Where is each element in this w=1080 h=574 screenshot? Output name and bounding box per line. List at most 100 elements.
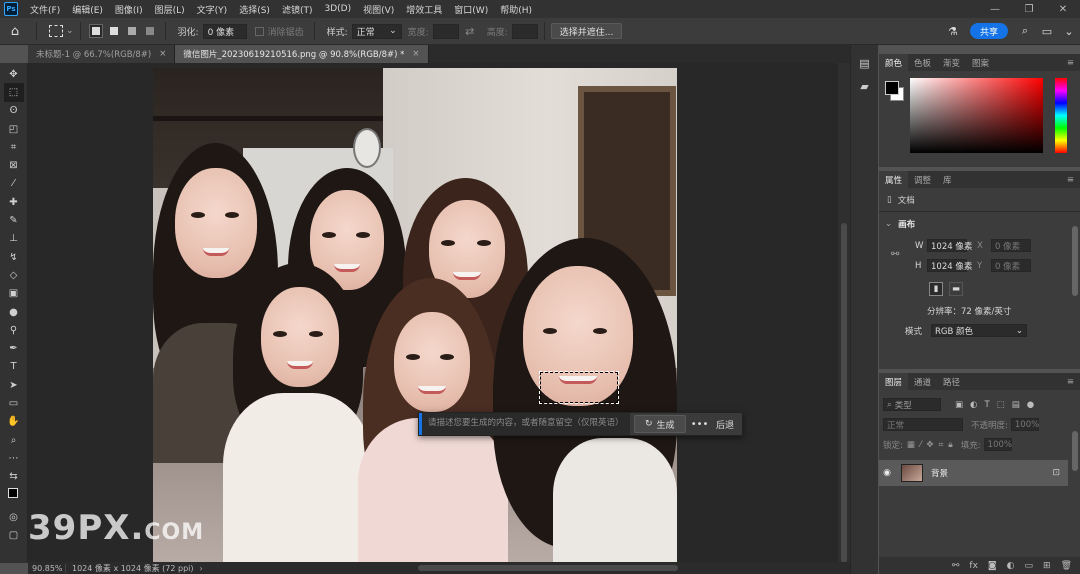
dodge-tool-icon[interactable]: ⚲	[4, 321, 24, 339]
menu-3d[interactable]: 3D(D)	[318, 4, 357, 14]
tab-color[interactable]: 颜色	[879, 54, 909, 71]
object-select-tool-icon[interactable]: ◰	[4, 120, 24, 138]
blur-tool-icon[interactable]: ●	[4, 303, 24, 321]
delete-layer-icon[interactable]: 🗑︎	[1061, 561, 1072, 571]
filter-pixel-icon[interactable]: ▣	[955, 400, 963, 410]
properties-scroll-thumb[interactable]	[1072, 226, 1078, 296]
filter-toggle-icon[interactable]: ●	[1027, 400, 1034, 410]
stamp-tool-icon[interactable]: ⊥	[4, 230, 24, 248]
lock-all-icon[interactable]: 🔒︎	[948, 440, 953, 450]
canvas-height-input[interactable]: 1024 像素	[927, 259, 972, 272]
crop-tool-icon[interactable]: ⌗	[4, 138, 24, 156]
tab-patterns[interactable]: 图案	[966, 54, 995, 71]
antialias-checkbox[interactable]	[254, 26, 264, 36]
menu-image[interactable]: 图像(I)	[109, 3, 149, 16]
fx-icon[interactable]: fx	[969, 561, 978, 571]
history-brush-icon[interactable]: ↯	[4, 248, 24, 266]
canvas-width-input[interactable]: 1024 像素	[927, 239, 972, 252]
vertical-scrollbar[interactable]	[838, 63, 850, 563]
filter-shape-icon[interactable]: ⬚	[997, 400, 1005, 410]
pen-tool-icon[interactable]: ✒	[4, 339, 24, 357]
eraser-tool-icon[interactable]: ◇	[4, 266, 24, 284]
share-button[interactable]: 共享	[969, 23, 1008, 39]
zoom-level[interactable]: 90.85%	[28, 563, 66, 573]
history-panel-icon[interactable]: ▤	[859, 57, 869, 70]
minimize-button[interactable]: —	[978, 4, 1012, 15]
document-image[interactable]	[153, 68, 677, 562]
beaker-icon[interactable]: ⚗	[945, 25, 961, 38]
layer-filter-select[interactable]: ⌕ 类型	[883, 398, 941, 411]
tab-paths[interactable]: 路径	[937, 373, 966, 390]
new-selection-button[interactable]	[88, 24, 103, 38]
tab-swatches[interactable]: 色板	[908, 54, 937, 71]
feather-input[interactable]: 0 像素	[202, 23, 247, 39]
select-and-mask-button[interactable]: 选择并遮住...	[550, 23, 623, 39]
menu-file[interactable]: 文件(F)	[24, 3, 66, 16]
rectangle-tool-icon[interactable]: ▭	[4, 394, 24, 412]
gradient-tool-icon[interactable]: ▣	[4, 285, 24, 303]
restore-button[interactable]: ❐	[1012, 4, 1046, 15]
chevron-down-icon[interactable]: ⌄	[1061, 25, 1077, 38]
new-group-icon[interactable]: ▭	[1025, 561, 1034, 571]
close-icon[interactable]: ×	[159, 49, 166, 59]
panel-menu-icon[interactable]: ≡	[1067, 58, 1074, 68]
home-icon[interactable]: ⌂	[0, 24, 30, 39]
more-tools-icon[interactable]: ⋯	[4, 449, 24, 467]
generate-button[interactable]: ↻ 生成	[634, 415, 686, 433]
lock-pixels-icon[interactable]: ▦	[907, 440, 915, 450]
tab-wechat-image[interactable]: 微信图片_20230619210516.png @ 90.8%(RGB/8#) …	[175, 45, 429, 63]
style-select[interactable]: 正常 ⌄	[351, 23, 402, 39]
landscape-icon[interactable]: ▬	[949, 282, 963, 296]
menu-select[interactable]: 选择(S)	[233, 3, 276, 16]
layer-row-background[interactable]: ◉ 背景 ⊡	[879, 460, 1068, 486]
filter-type-icon[interactable]: T	[984, 400, 989, 410]
menu-window[interactable]: 窗口(W)	[448, 3, 494, 16]
menu-view[interactable]: 视图(V)	[357, 3, 400, 16]
comments-panel-icon[interactable]: ▰	[860, 80, 868, 93]
canvas-y-input[interactable]: 0 像素	[991, 259, 1031, 272]
move-tool-icon[interactable]: ✥	[4, 65, 24, 83]
close-icon[interactable]: ×	[412, 49, 419, 59]
menu-edit[interactable]: 编辑(E)	[66, 3, 109, 16]
close-window-button[interactable]: ✕	[1046, 4, 1080, 15]
quick-mask-icon[interactable]: ◎	[4, 508, 24, 526]
selection-marquee[interactable]	[539, 371, 619, 404]
screen-mode-icon[interactable]: ▢	[4, 526, 24, 544]
menu-filter[interactable]: 滤镜(T)	[276, 3, 319, 16]
link-layers-icon[interactable]: ⚯	[952, 561, 960, 571]
generative-prompt-input[interactable]: 请描述您要生成的内容，或者随意留空（仅限英语）	[419, 413, 630, 435]
tab-channels[interactable]: 通道	[908, 373, 937, 390]
horizontal-scroll-thumb[interactable]	[418, 565, 678, 571]
swap-icon[interactable]: ⇄	[462, 25, 478, 38]
new-layer-icon[interactable]: ⊞	[1043, 561, 1051, 571]
back-button[interactable]: 后退	[716, 418, 734, 431]
lock-brush-icon[interactable]: ⁄	[920, 440, 921, 450]
adjustment-layer-icon[interactable]: ◐	[1007, 561, 1015, 571]
lock-position-icon[interactable]: ✥	[926, 440, 933, 450]
height-input[interactable]	[511, 23, 538, 39]
opacity-input[interactable]: 100%	[1010, 418, 1039, 431]
scroll-thumb[interactable]	[841, 223, 847, 563]
path-select-tool-icon[interactable]: ➤	[4, 376, 24, 394]
marquee-tool-icon[interactable]: ⬚	[3, 83, 24, 102]
eyedropper-tool-icon[interactable]: ⁄	[4, 175, 24, 193]
workspace-icon[interactable]: ▭	[1039, 25, 1055, 38]
menu-help[interactable]: 帮助(H)	[494, 3, 538, 16]
tab-libraries[interactable]: 库	[937, 171, 958, 188]
link-icon[interactable]: ⚯	[891, 249, 899, 260]
color-swatches-icon[interactable]	[4, 486, 24, 504]
portrait-icon[interactable]: ▮	[929, 282, 943, 296]
tab-untitled[interactable]: 未标题-1 @ 66.7%(RGB/8#) ×	[28, 45, 176, 63]
layer-lock-icon[interactable]: ⊡	[1052, 468, 1060, 478]
menu-plugins[interactable]: 增效工具	[400, 3, 448, 16]
tab-properties[interactable]: 属性	[879, 171, 909, 188]
chevron-right-icon[interactable]: ›	[200, 564, 203, 573]
lock-artboard-icon[interactable]: ⌗	[938, 440, 943, 450]
frame-tool-icon[interactable]: ⊠	[4, 156, 24, 174]
tab-gradients[interactable]: 渐变	[937, 54, 966, 71]
panel-menu-icon[interactable]: ≡	[1067, 377, 1074, 387]
zoom-tool-icon[interactable]: ⌕	[4, 431, 24, 449]
brush-tool-icon[interactable]: ✎	[4, 211, 24, 229]
panel-menu-icon[interactable]: ≡	[1067, 175, 1074, 185]
rectangular-marquee-preset-icon[interactable]	[49, 25, 63, 37]
